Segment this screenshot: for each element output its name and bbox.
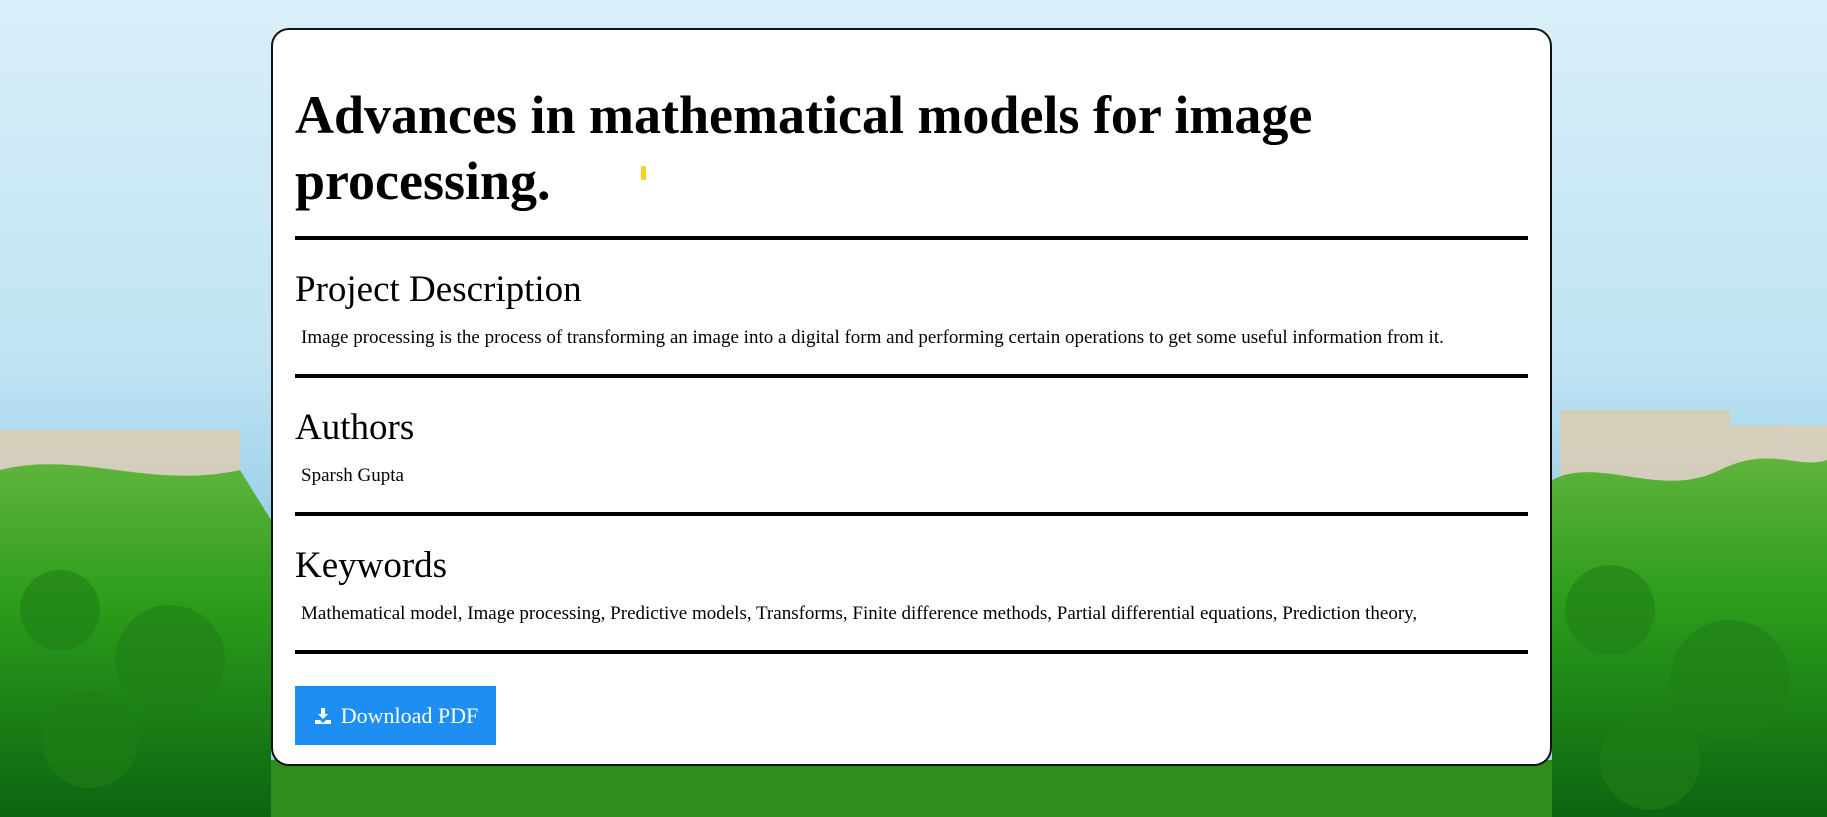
authors-text: Sparsh Gupta (301, 465, 404, 486)
keywords-heading: Keywords (295, 545, 448, 586)
cursor-marker (641, 166, 646, 180)
section-divider (295, 374, 1528, 378)
download-pdf-button[interactable]: Download PDF (295, 686, 496, 745)
page-title: Advances in mathematical models for imag… (295, 85, 1313, 211)
authors-heading: Authors (295, 407, 415, 448)
download-label: Download PDF (340, 702, 479, 728)
download-icon (313, 706, 333, 726)
section-divider (295, 650, 1528, 654)
section-divider (295, 236, 1528, 240)
project-card: Advances in mathematical models for imag… (271, 28, 1552, 766)
keywords-text: Mathematical model, Image processing, Pr… (301, 603, 1418, 624)
section-divider (295, 512, 1528, 516)
description-text: Image processing is the process of trans… (301, 327, 1444, 348)
description-heading: Project Description (295, 269, 582, 310)
